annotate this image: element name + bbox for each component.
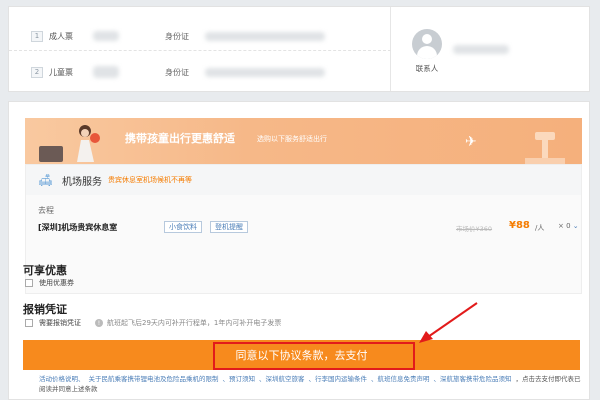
promo-banner: 携带孩童出行更惠舒适 选购以下服务舒适出行 ✈	[25, 118, 582, 164]
discount-section-title: 可享优惠	[23, 264, 67, 277]
passenger-index: 2	[31, 66, 43, 78]
terms-link[interactable]: 、预订须知	[223, 375, 256, 383]
service-subtitle: 贵宾休息室机场候机不再等	[108, 176, 192, 184]
info-icon: !	[95, 319, 103, 327]
traveler-illustration	[77, 125, 100, 162]
chevron-down-icon: ⌄	[572, 222, 579, 230]
banner-title: 携带孩童出行更惠舒适	[125, 132, 235, 145]
service-item-name[interactable]: [深圳]机场贵宾休息室	[38, 222, 117, 233]
airplane-icon: ✈	[465, 134, 477, 150]
trip-label: 去程	[38, 206, 54, 215]
id-type-label: 身份证	[165, 31, 189, 41]
terms-notice: 活动价格说明、 关于民航乘客携带锂电池及危险品乘机的限制 、预订须知 、深圳航空旅客、…	[39, 374, 584, 394]
lounge-icon: 🛋	[38, 173, 54, 187]
id-type-label: 身份证	[165, 67, 189, 77]
divider	[9, 50, 391, 51]
passenger-list: 1 成人票 身份证 2 儿童票 身份证	[9, 7, 391, 91]
passenger-index: 1	[31, 30, 43, 42]
agree-and-pay-button[interactable]: 同意以下协议条款，去支付	[23, 340, 580, 370]
terms-link[interactable]: 、深航旅客携带危险品须知	[434, 375, 512, 383]
price-unit: /人	[535, 224, 545, 232]
avatar	[412, 29, 442, 59]
luggage-icon	[39, 146, 63, 162]
terms-link[interactable]: 、行李国内运输条件	[309, 375, 368, 383]
original-price: 市场价¥360	[456, 225, 493, 233]
invoice-note: ! 航班起飞后29天内可补开行程单，1年内可补开电子发票	[95, 318, 281, 328]
terms-link[interactable]: 活动价格说明、	[39, 375, 85, 383]
terms-link[interactable]: 、深圳航空旅客	[259, 375, 305, 383]
quantity-value: × 0	[558, 222, 571, 230]
coupon-label: 使用优惠券	[39, 279, 74, 287]
service-header: 🛋 机场服务 贵宾休息室机场候机不再等	[26, 165, 581, 195]
order-panel: 携带孩童出行更惠舒适 选购以下服务舒适出行 ✈ 🛋 机场服务 贵宾休息室机场候机…	[8, 101, 590, 400]
passenger-name-redacted	[93, 66, 119, 78]
banner-subtitle: 选购以下服务舒适出行	[257, 135, 327, 143]
service-title: 机场服务	[62, 176, 102, 188]
feature-tag: 登机提醒	[210, 221, 248, 233]
id-number-redacted	[205, 67, 325, 77]
invoice-note-text: 航班起飞后29天内可补开行程单，1年内可补开电子发票	[107, 319, 282, 327]
id-number-redacted	[205, 31, 325, 41]
invoice-checkbox[interactable]	[25, 319, 33, 327]
airport-service-card: 🛋 机场服务 贵宾休息室机场候机不再等 去程 [深圳]机场贵宾休息室 小食饮料 …	[25, 164, 582, 294]
quantity-selector[interactable]: × 0 ⌄	[558, 222, 579, 230]
invoice-section-title: 报销凭证	[23, 303, 67, 316]
terms-link[interactable]: 关于民航乘客携带锂电池及危险品乘机的限制	[89, 375, 219, 383]
contact-name-redacted	[453, 45, 509, 54]
passenger-row: 2 儿童票 身份证	[31, 61, 371, 83]
invoice-label: 需要报销凭证	[39, 319, 81, 327]
contact-info: 联系人	[409, 29, 445, 74]
contact-label: 联系人	[415, 64, 439, 73]
passenger-row: 1 成人票 身份证	[31, 25, 371, 47]
annotation-arrow-icon	[419, 302, 478, 343]
coupon-checkbox[interactable]	[25, 279, 33, 287]
terms-link[interactable]: 、航班信息免责声明	[371, 375, 430, 383]
feature-tag: 小食饮料	[164, 221, 202, 233]
ticket-type: 儿童票	[49, 67, 73, 77]
ticket-type: 成人票	[49, 31, 73, 41]
passenger-panel: 1 成人票 身份证 2 儿童票 身份证 联系人	[8, 6, 590, 92]
service-price: ¥88	[509, 220, 530, 231]
control-tower-icon	[525, 132, 565, 164]
coupon-option[interactable]: 使用优惠券	[25, 278, 74, 288]
passenger-name-redacted	[93, 31, 119, 41]
invoice-option[interactable]: 需要报销凭证 ! 航班起飞后29天内可补开行程单，1年内可补开电子发票	[25, 318, 281, 328]
